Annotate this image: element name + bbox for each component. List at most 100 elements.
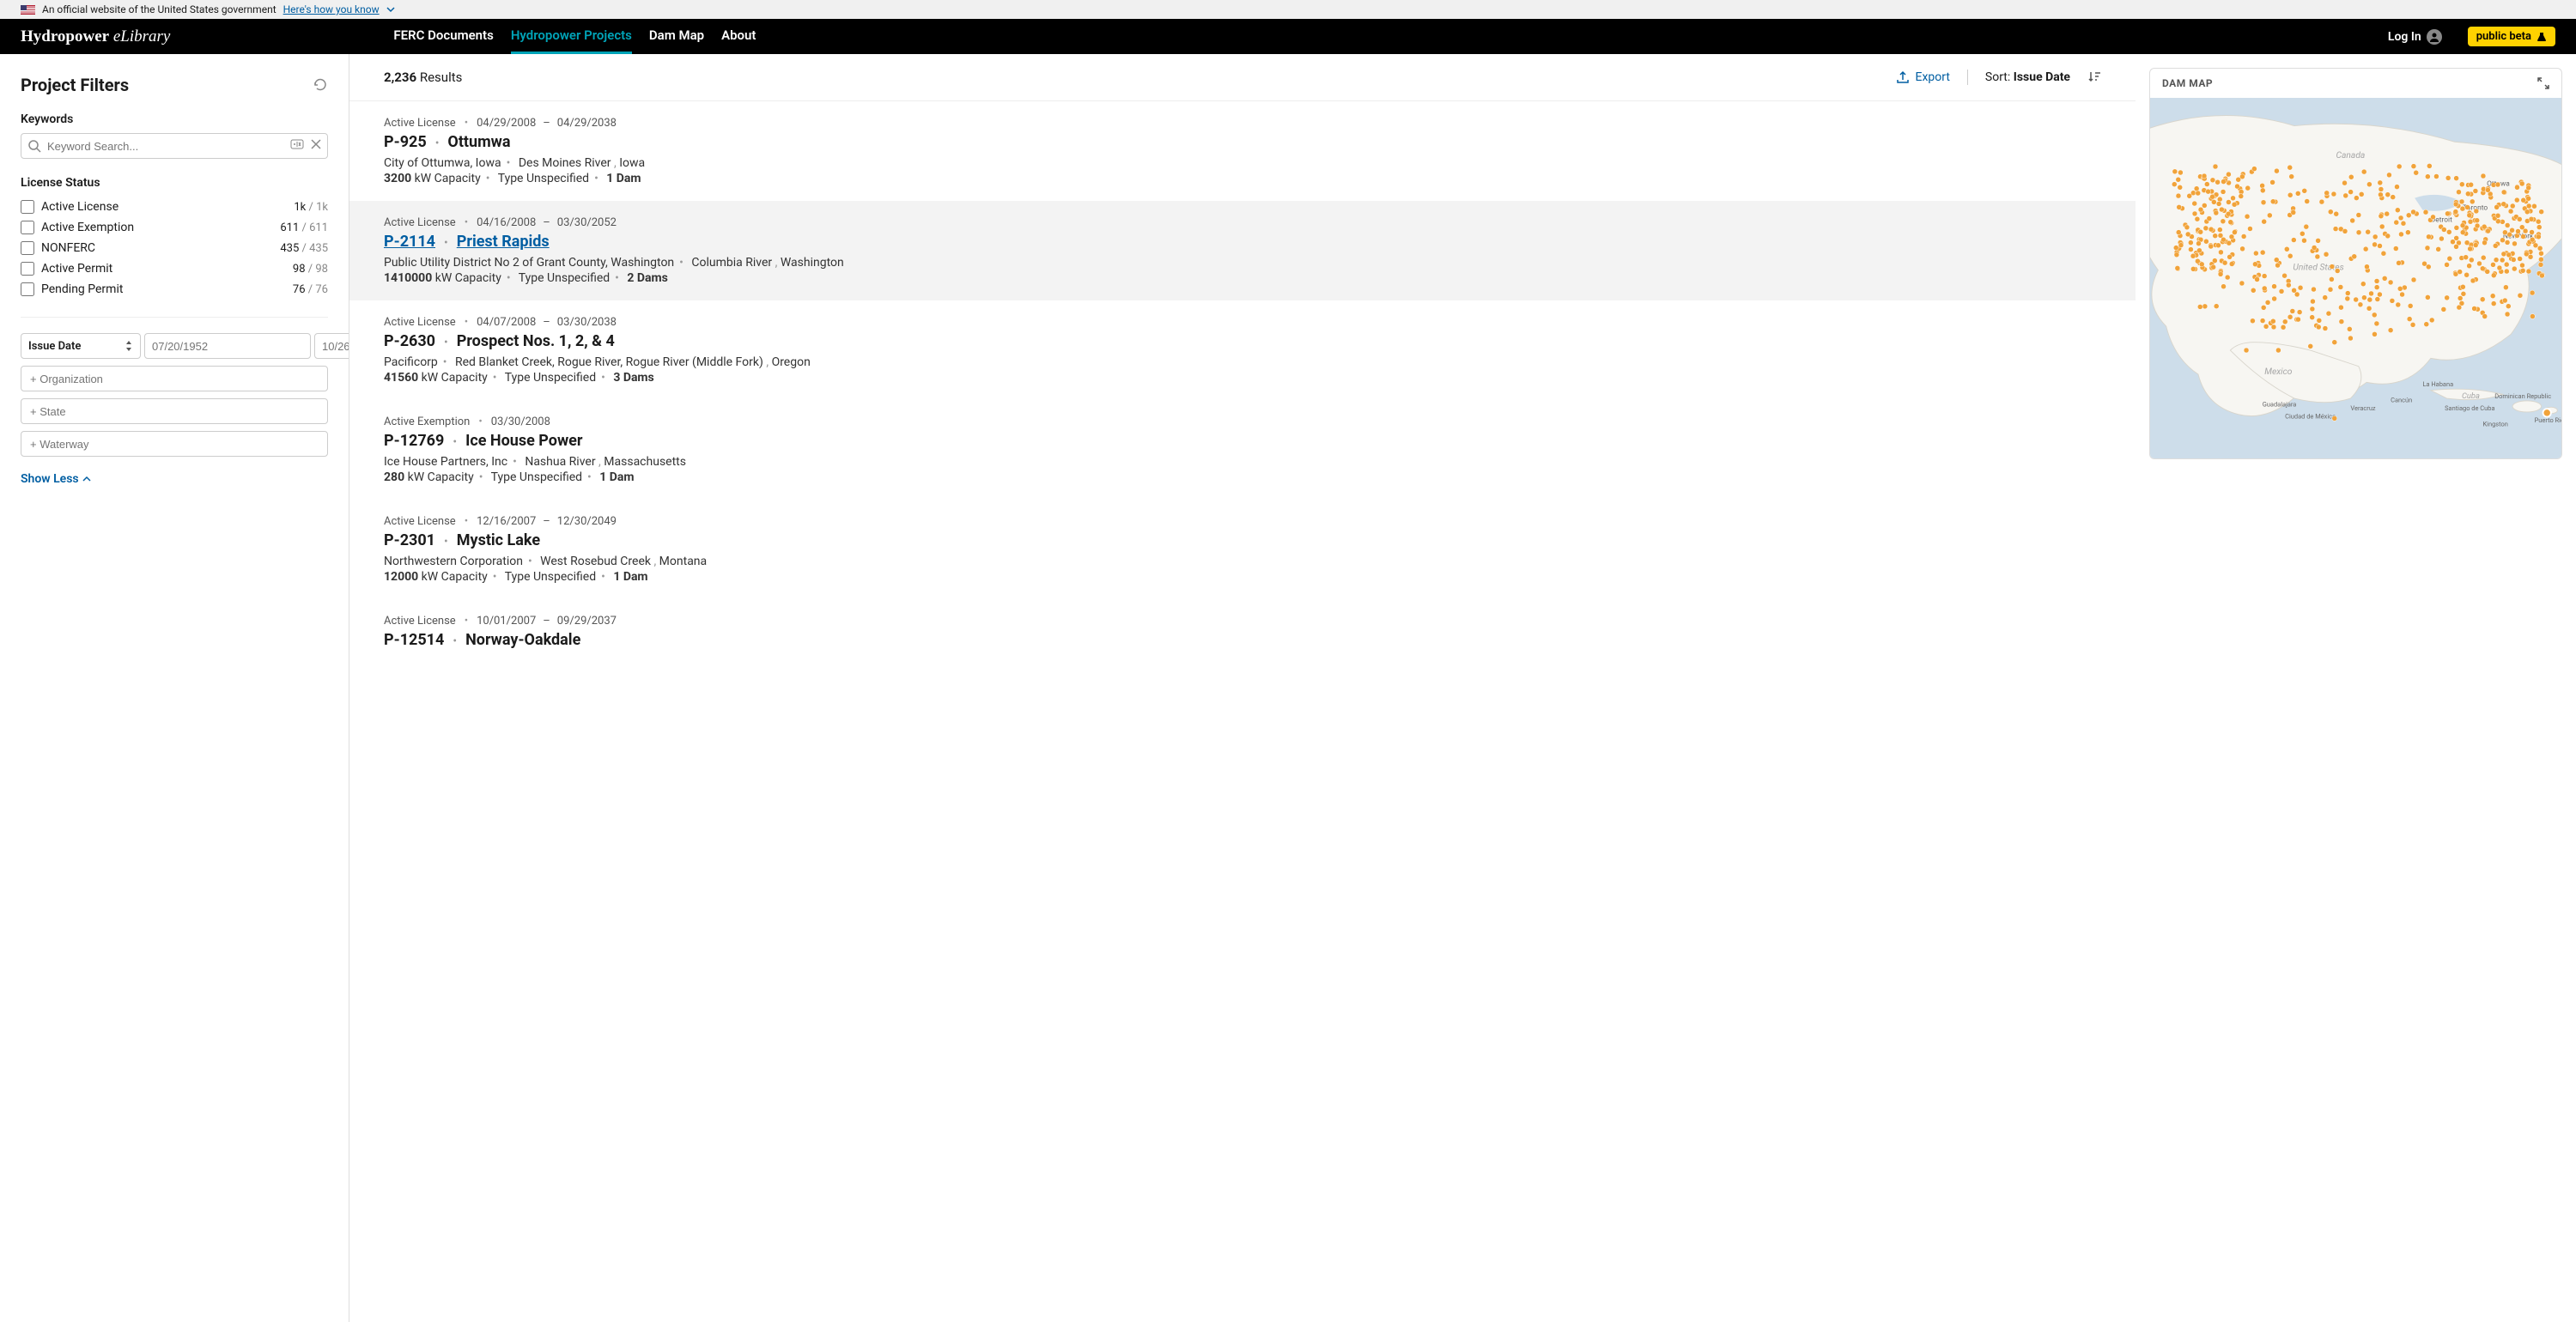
- results-header: 2,236 Results Export Sort: Issue Date: [349, 54, 2136, 101]
- svg-text:Veracruz: Veracruz: [2350, 404, 2376, 412]
- result-stats: 1410000 kW Capacity Type Unspecified 2 D…: [384, 271, 2101, 285]
- results-count: 2,236 Results: [384, 70, 462, 85]
- status-row: Active License 1k / 1k: [21, 197, 328, 217]
- status-label[interactable]: NONFERC: [41, 241, 273, 255]
- clear-search-icon[interactable]: [309, 137, 323, 151]
- status-row: Pending Permit 76 / 76: [21, 279, 328, 300]
- state-input[interactable]: [21, 398, 328, 424]
- result-stats: 3200 kW Capacity Type Unspecified 1 Dam: [384, 172, 2101, 185]
- keywords-label: Keywords: [21, 112, 328, 126]
- nav-hydropower-projects[interactable]: Hydropower Projects: [511, 19, 632, 54]
- svg-text:Puerto Rico: Puerto Rico: [2535, 416, 2561, 424]
- nav-about[interactable]: About: [721, 19, 756, 54]
- export-button[interactable]: Export: [1896, 70, 1949, 84]
- dam-map[interactable]: Canada United States Mexico Cuba Ottawa …: [2150, 98, 2561, 458]
- result-meta: Active License 04/16/2008 – 03/30/2052: [384, 216, 2101, 229]
- brand-bold: Hydropower: [21, 27, 109, 45]
- status-count: 98 / 98: [293, 263, 328, 276]
- status-checkbox[interactable]: [21, 282, 34, 296]
- status-checkbox[interactable]: [21, 221, 34, 234]
- result-stats: 280 kW Capacity Type Unspecified 1 Dam: [384, 470, 2101, 484]
- status-label[interactable]: Active Exemption: [41, 221, 273, 234]
- project-id[interactable]: P-12769: [384, 432, 444, 450]
- nav-dam-map[interactable]: Dam Map: [649, 19, 704, 54]
- flask-icon: [2537, 32, 2547, 42]
- svg-text:Cuba: Cuba: [2462, 391, 2480, 401]
- svg-text:La Habana: La Habana: [2422, 380, 2453, 388]
- sort-label: Sort: Issue Date: [1985, 70, 2070, 84]
- status-label[interactable]: Active Permit: [41, 262, 286, 276]
- date-from-input[interactable]: [144, 333, 311, 359]
- login-button[interactable]: Log In: [2388, 29, 2442, 45]
- results-area: 2,236 Results Export Sort: Issue Date: [349, 54, 2576, 1322]
- project-id[interactable]: P-2301: [384, 531, 435, 549]
- result-card[interactable]: Active License 10/01/2007 – 09/29/2037 P…: [349, 599, 2136, 670]
- result-subtitle: Pacificorp Red Blanket Creek, Rogue Rive…: [384, 355, 2101, 369]
- result-card[interactable]: Active License 12/16/2007 – 12/30/2049 P…: [349, 500, 2136, 599]
- login-label: Log In: [2388, 30, 2421, 44]
- expand-icon[interactable]: [2537, 77, 2549, 89]
- us-flag-icon: [21, 5, 35, 15]
- project-name[interactable]: Norway-Oakdale: [465, 631, 580, 649]
- date-to-input[interactable]: [314, 333, 349, 359]
- project-name[interactable]: Ottumwa: [447, 133, 510, 151]
- status-row: Active Exemption 611 / 611: [21, 217, 328, 238]
- date-field-select[interactable]: Issue Date: [21, 333, 141, 359]
- status-checkbox[interactable]: [21, 241, 34, 255]
- map-title: DAM MAP: [2162, 77, 2213, 89]
- result-subtitle: City of Ottumwa, Iowa Des Moines River ,…: [384, 156, 2101, 170]
- status-checkbox[interactable]: [21, 200, 34, 214]
- status-label[interactable]: Pending Permit: [41, 282, 286, 296]
- show-less-label: Show Less: [21, 472, 79, 486]
- status-checkbox[interactable]: [21, 262, 34, 276]
- svg-text:Kingston: Kingston: [2482, 421, 2507, 428]
- nav-links: FERC Documents Hydropower Projects Dam M…: [393, 19, 756, 54]
- project-name[interactable]: Ice House Power: [465, 432, 582, 450]
- filters-title: Project Filters: [21, 75, 129, 95]
- results-list[interactable]: 2,236 Results Export Sort: Issue Date: [349, 54, 2136, 1322]
- show-less-toggle[interactable]: Show Less: [21, 472, 328, 486]
- project-id[interactable]: P-2114: [384, 233, 435, 251]
- result-card[interactable]: Active Exemption 03/30/2008 P-12769 • Ic…: [349, 400, 2136, 500]
- chevron-up-icon: [82, 475, 91, 483]
- project-name[interactable]: Mystic Lake: [457, 531, 540, 549]
- result-stats: 41560 kW Capacity Type Unspecified 3 Dam…: [384, 371, 2101, 385]
- result-subtitle: Ice House Partners, Inc Nashua River , M…: [384, 455, 2101, 469]
- brand-logo[interactable]: Hydropower eLibrary: [21, 27, 170, 46]
- result-meta: Active License 10/01/2007 – 09/29/2037: [384, 615, 2101, 628]
- license-status-label: License Status: [21, 176, 328, 190]
- result-stats: 12000 kW Capacity Type Unspecified 1 Dam: [384, 570, 2101, 584]
- map-header: DAM MAP: [2150, 69, 2561, 98]
- gov-banner-link[interactable]: Here's how you know: [283, 3, 380, 15]
- keyword-search-input[interactable]: [21, 133, 328, 159]
- project-name[interactable]: Priest Rapids: [457, 233, 550, 251]
- status-row: NONFERC 435 / 435: [21, 238, 328, 258]
- svg-text:Cancún: Cancún: [2391, 397, 2412, 404]
- svg-text:Guadalajara: Guadalajara: [2263, 400, 2297, 408]
- project-id[interactable]: P-2630: [384, 332, 435, 350]
- beta-label: public beta: [2476, 30, 2531, 43]
- waterway-input[interactable]: [21, 431, 328, 457]
- sort-direction-icon[interactable]: [2087, 70, 2101, 84]
- status-count: 435 / 435: [280, 242, 328, 255]
- reset-filters-icon[interactable]: [313, 77, 328, 93]
- result-meta: Active License 04/07/2008 – 03/30/2038: [384, 316, 2101, 329]
- brand-italic: eLibrary: [109, 27, 170, 45]
- nav-ferc-documents[interactable]: FERC Documents: [393, 19, 493, 54]
- date-field-label: Issue Date: [28, 340, 81, 353]
- result-card[interactable]: Active License 04/16/2008 – 03/30/2052 P…: [349, 201, 2136, 300]
- regex-toggle-icon[interactable]: [290, 137, 304, 151]
- result-card[interactable]: Active License 04/29/2008 – 04/29/2038 P…: [349, 101, 2136, 201]
- project-name[interactable]: Prospect Nos. 1, 2, & 4: [457, 332, 615, 350]
- organization-input[interactable]: [21, 366, 328, 391]
- date-filter-row: Issue Date: [21, 333, 328, 359]
- license-status-list: Active License 1k / 1k Active Exemption …: [21, 197, 328, 300]
- project-id[interactable]: P-12514: [384, 631, 444, 649]
- divider: [1967, 70, 1968, 85]
- project-id[interactable]: P-925: [384, 133, 427, 151]
- status-label[interactable]: Active License: [41, 200, 287, 214]
- status-count: 1k / 1k: [294, 201, 328, 214]
- result-meta: Active License 12/16/2007 – 12/30/2049: [384, 515, 2101, 528]
- result-meta: Active License 04/29/2008 – 04/29/2038: [384, 117, 2101, 130]
- result-card[interactable]: Active License 04/07/2008 – 03/30/2038 P…: [349, 300, 2136, 400]
